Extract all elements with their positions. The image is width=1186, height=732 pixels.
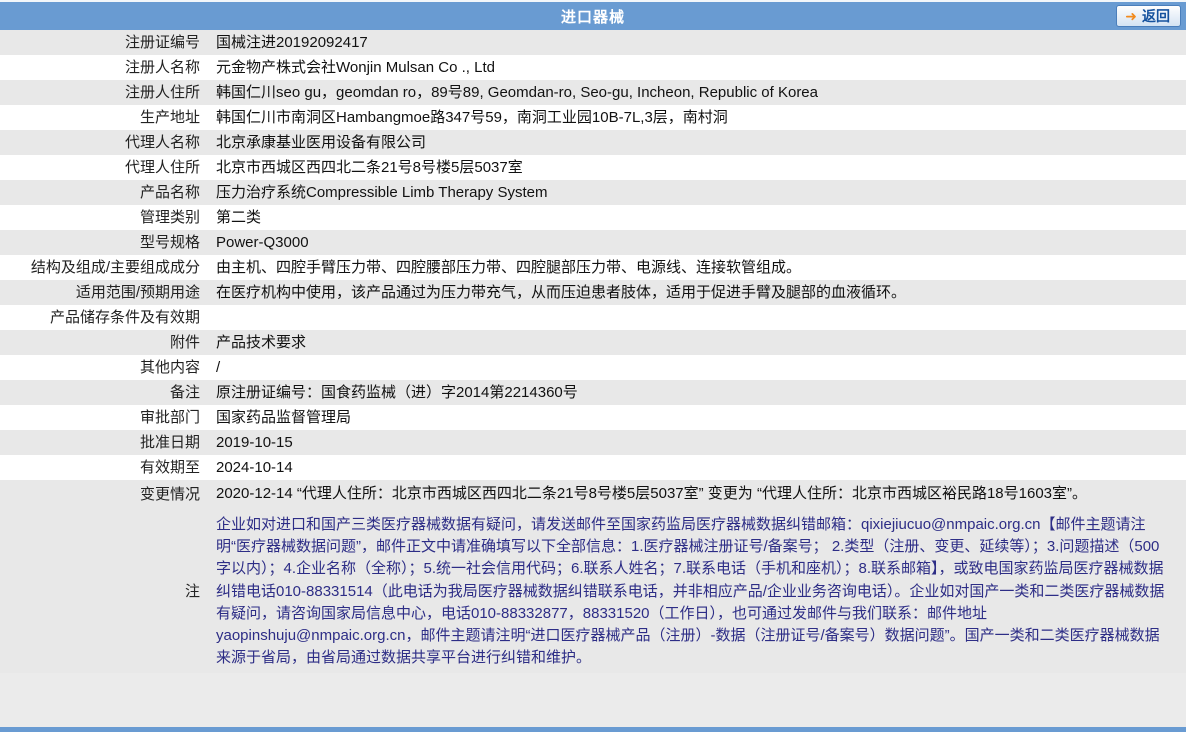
table-row: 其他内容 / [0, 355, 1186, 380]
back-button-label: 返回 [1142, 8, 1170, 24]
row-value: 由主机、四腔手臂压力带、四腔腰部压力带、四腔腿部压力带、电源线、连接软管组成。 [216, 259, 802, 276]
row-label: 附件 [169, 334, 200, 351]
table-row: 适用范围/预期用途 在医疗机构中使用，该产品通过为压力带充气，从而压迫患者肢体，适… [0, 280, 1186, 305]
table-row: 备注 原注册证编号：国食药监械（进）字2014第2214360号 [0, 380, 1186, 405]
row-label: 适用范围/预期用途 [75, 284, 200, 301]
page-title: 进口器械 [560, 8, 625, 26]
row-value: 第二类 [216, 209, 262, 226]
detail-table: 注册证编号 国械注进20192092417 注册人名称 元金物产株式会社Wonjin … [0, 30, 1186, 509]
row-label: 注册人住所 [124, 84, 200, 101]
row-label: 变更情况 [139, 486, 200, 503]
row-value: 北京市西城区西四北二条21号8号楼5层5037室 [216, 159, 523, 176]
table-row: 管理类别 第二类 [0, 205, 1186, 230]
note-text: 企业如对进口和国产三类医疗器械数据有疑问，请发送邮件至国家药监局医疗器械数据纠错… [216, 516, 1165, 667]
row-value: 2019-10-15 [216, 434, 293, 451]
row-label: 注册人名称 [124, 59, 200, 76]
table-row: 注册人住所 韩国仁川seo gu，geomdan ro，89号89, Geomda… [0, 80, 1186, 105]
row-label: 有效期至 [139, 459, 200, 476]
table-row: 注册人名称 元金物产株式会社Wonjin Mulsan Co ., Ltd [0, 55, 1186, 80]
footer-bar [0, 727, 1186, 732]
row-value: 国家药品监督管理局 [216, 409, 352, 426]
row-label: 注 [184, 582, 200, 600]
table-row: 结构及组成/主要组成成分 由主机、四腔手臂压力带、四腔腰部压力带、四腔腿部压力带、… [0, 255, 1186, 280]
row-value [208, 305, 1186, 330]
row-value: 压力治疗系统Compressible Limb Therapy System [216, 184, 548, 201]
row-label: 结构及组成/主要组成成分 [30, 259, 200, 276]
table-row: 注册证编号 国械注进20192092417 [0, 30, 1186, 55]
row-value: 原注册证编号：国食药监械（进）字2014第2214360号 [216, 384, 578, 401]
row-value: 在医疗机构中使用，该产品通过为压力带充气，从而压迫患者肢体，适用于促进手臂及腿部… [216, 284, 907, 301]
row-value: Power-Q3000 [216, 234, 309, 251]
row-value: 韩国仁川seo gu，geomdan ro，89号89, Geomdan-ro,… [216, 84, 818, 101]
row-label: 注册证编号 [124, 34, 200, 51]
table-row: 审批部门 国家药品监督管理局 [0, 405, 1186, 430]
row-value: / [216, 359, 221, 376]
table-row: 代理人住所 北京市西城区西四北二条21号8号楼5层5037室 [0, 155, 1186, 180]
table-row: 生产地址 韩国仁川市南洞区Hambangmoe路347号59，南洞工业园10B-7… [0, 105, 1186, 130]
row-value: 2024-10-14 [216, 459, 293, 476]
row-label: 产品名称 [139, 184, 200, 201]
row-label: 审批部门 [139, 409, 200, 426]
back-arrow-icon: ➜ [1125, 8, 1137, 24]
table-row: 代理人名称 北京承康基业医用设备有限公司 [0, 130, 1186, 155]
table-row: 批准日期 2019-10-15 [0, 430, 1186, 455]
row-label: 管理类别 [139, 209, 200, 226]
row-value: 元金物产株式会社Wonjin Mulsan Co ., Ltd [216, 59, 495, 76]
table-row: 变更情况 2020-12-14 “代理人住所：北京市西城区西四北二条21号8号楼5… [0, 480, 1186, 509]
row-value: 北京承康基业医用设备有限公司 [216, 134, 427, 151]
row-label: 批准日期 [139, 434, 200, 451]
row-value: 韩国仁川市南洞区Hambangmoe路347号59，南洞工业园10B-7L,3层… [216, 109, 728, 126]
table-row: 产品储存条件及有效期 [0, 305, 1186, 330]
back-button[interactable]: ➜ 返回 [1116, 5, 1181, 27]
table-row: 型号规格 Power-Q3000 [0, 230, 1186, 255]
row-label: 代理人名称 [124, 134, 200, 151]
page: 进口器械 ➜ 返回 注册证编号 国械注进20192092417 注册人名称 元金物产株… [0, 0, 1186, 732]
table-row: 附件 产品技术要求 [0, 330, 1186, 355]
row-value: 国械注进20192092417 [216, 34, 368, 51]
row-value: 产品技术要求 [216, 334, 307, 351]
row-label: 其他内容 [139, 359, 200, 376]
title-bar: 进口器械 ➜ 返回 [0, 0, 1186, 30]
table-row: 有效期至 2024-10-14 [0, 455, 1186, 480]
row-label: 产品储存条件及有效期 [49, 309, 200, 326]
row-label: 型号规格 [139, 234, 200, 251]
row-label: 代理人住所 [124, 159, 200, 176]
note-row: 注 企业如对进口和国产三类医疗器械数据有疑问，请发送邮件至国家药监局医疗器械数据… [0, 509, 1186, 674]
table-row: 产品名称 压力治疗系统Compressible Limb Therapy Syst… [0, 180, 1186, 205]
row-value: 2020-12-14 “代理人住所：北京市西城区西四北二条21号8号楼5层503… [216, 485, 1088, 502]
row-label: 备注 [169, 384, 200, 401]
row-label: 生产地址 [139, 109, 200, 126]
